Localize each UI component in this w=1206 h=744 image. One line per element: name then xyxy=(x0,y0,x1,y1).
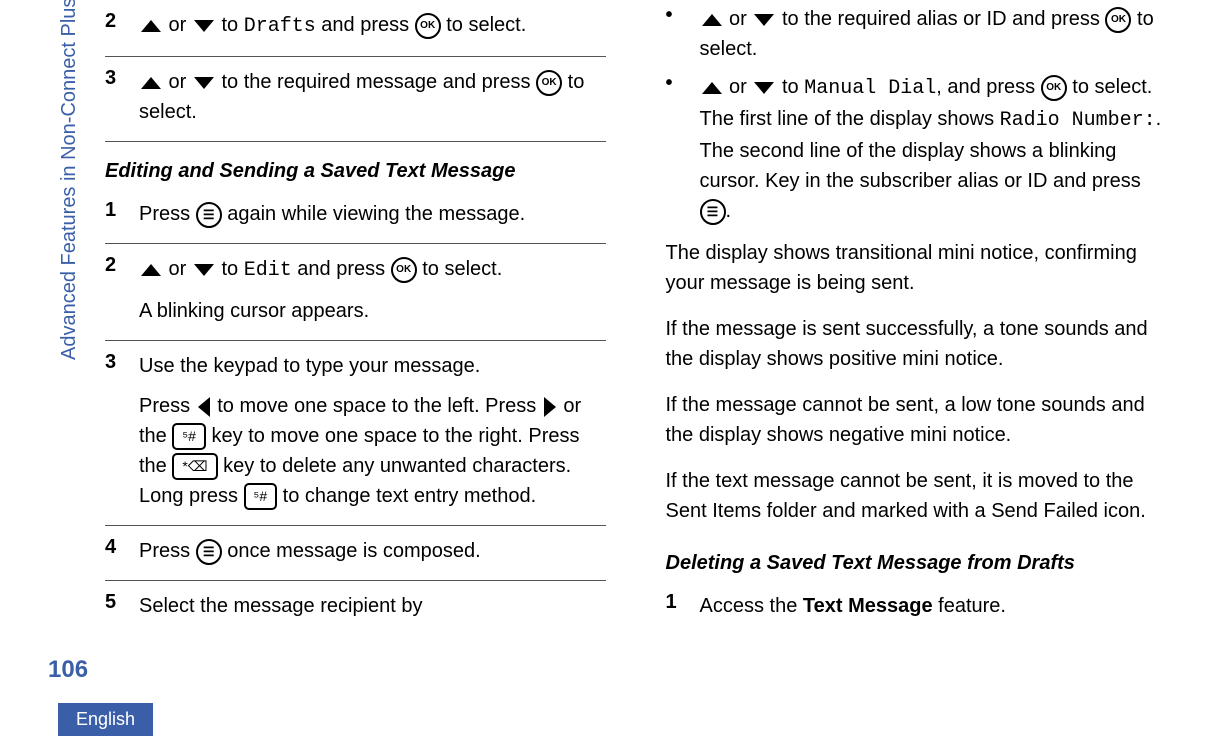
text: Access the xyxy=(700,595,803,617)
content-columns: 2 or to Drafts and press to select. 3 or… xyxy=(105,0,1166,694)
language-indicator: English xyxy=(58,703,153,736)
step-body: or to Drafts and press to select. xyxy=(139,10,606,42)
page-number: 106 xyxy=(48,656,88,684)
text: Select the message recipient by xyxy=(139,591,606,621)
ok-button-icon xyxy=(391,257,417,283)
step-item: 1 Press again while viewing the message. xyxy=(105,189,606,244)
step-body: Press once message is composed. xyxy=(139,536,606,566)
bold-text: Text Message xyxy=(803,595,933,617)
step-item: 3 Use the keypad to type your message. P… xyxy=(105,341,606,526)
step-body: Select the message recipient by xyxy=(139,591,606,621)
paragraph: If the message cannot be sent, a low ton… xyxy=(666,382,1167,458)
right-column: • or to the required alias or ID and pre… xyxy=(666,0,1167,694)
bullet-dot: • xyxy=(666,4,682,64)
text: to the required message and press xyxy=(216,71,536,93)
step-number: 3 xyxy=(105,351,121,511)
text: Press xyxy=(139,203,196,225)
menu-name-drafts: Drafts xyxy=(244,15,316,38)
text: Press xyxy=(139,395,196,417)
bullet-body: or to Manual Dial, and press to select. … xyxy=(700,72,1167,226)
section-heading: Editing and Sending a Saved Text Message xyxy=(105,142,606,189)
text: to xyxy=(776,76,804,98)
up-arrow-icon xyxy=(141,77,161,89)
step-body: Access the Text Message feature. xyxy=(700,591,1167,621)
text: once message is composed. xyxy=(222,540,481,562)
menu-button-icon xyxy=(700,199,726,225)
text: Use the keypad to type your message. xyxy=(139,351,606,381)
step-number: 1 xyxy=(666,591,682,621)
right-arrow-icon xyxy=(544,397,556,417)
text: or xyxy=(163,258,192,280)
text: or xyxy=(163,14,192,36)
sidebar-section-label: Advanced Features in Non-Connect Plus Mo… xyxy=(58,0,81,360)
text: Press xyxy=(139,540,196,562)
text: to move one space to the left. Press xyxy=(212,395,542,417)
up-arrow-icon xyxy=(141,20,161,32)
step-item: 1 Access the Text Message feature. xyxy=(666,581,1167,635)
step-item: 4 Press once message is composed. xyxy=(105,526,606,581)
step-item: 5 Select the message recipient by xyxy=(105,581,606,635)
bullet-body: or to the required alias or ID and press… xyxy=(700,4,1167,64)
text: and press xyxy=(316,14,415,36)
menu-button-icon xyxy=(196,202,222,228)
step-item: 3 or to the required message and press t… xyxy=(105,57,606,142)
up-arrow-icon xyxy=(141,264,161,276)
section-heading: Deleting a Saved Text Message from Draft… xyxy=(666,534,1167,581)
step-number: 1 xyxy=(105,199,121,229)
down-arrow-icon xyxy=(194,77,214,89)
text: . xyxy=(726,200,732,222)
step-body: or to the required message and press to … xyxy=(139,67,606,127)
step-body: Use the keypad to type your message. Pre… xyxy=(139,351,606,511)
down-arrow-icon xyxy=(194,264,214,276)
text: and press xyxy=(292,258,391,280)
paragraph: If the text message cannot be sent, it i… xyxy=(666,458,1167,534)
ok-button-icon xyxy=(536,70,562,96)
text: again while viewing the message. xyxy=(222,203,526,225)
text: to xyxy=(216,14,244,36)
up-arrow-icon xyxy=(702,82,722,94)
left-column: 2 or to Drafts and press to select. 3 or… xyxy=(105,0,606,694)
bullet-item: • or to Manual Dial, and press to select… xyxy=(666,68,1167,230)
text: or xyxy=(724,76,753,98)
text: or xyxy=(163,71,192,93)
up-arrow-icon xyxy=(702,14,722,26)
ok-button-icon xyxy=(1041,75,1067,101)
step-number: 5 xyxy=(105,591,121,621)
text: to select. xyxy=(417,258,503,280)
text: to xyxy=(216,258,244,280)
menu-button-icon xyxy=(196,539,222,565)
text: A blinking cursor appears. xyxy=(139,296,606,326)
down-arrow-icon xyxy=(754,14,774,26)
step-item: 2 or to Drafts and press to select. xyxy=(105,0,606,57)
display-text-radio-number: Radio Number: xyxy=(1000,109,1156,132)
left-arrow-icon xyxy=(198,397,210,417)
down-arrow-icon xyxy=(194,20,214,32)
down-arrow-icon xyxy=(754,82,774,94)
step-number: 2 xyxy=(105,254,121,326)
step-body: Press again while viewing the message. xyxy=(139,199,606,229)
step-number: 4 xyxy=(105,536,121,566)
text: to the required alias or ID and press xyxy=(776,8,1105,30)
hash-key-icon: ⁵# xyxy=(172,423,206,450)
step-number: 3 xyxy=(105,67,121,127)
ok-button-icon xyxy=(1105,7,1131,33)
menu-name-manual-dial: Manual Dial xyxy=(804,77,936,100)
ok-button-icon xyxy=(415,13,441,39)
text: to select. xyxy=(441,14,527,36)
bullet-dot: • xyxy=(666,72,682,226)
step-item: 2 or to Edit and press to select. A blin… xyxy=(105,244,606,341)
text: , and press xyxy=(936,76,1041,98)
bullet-item: • or to the required alias or ID and pre… xyxy=(666,0,1167,68)
paragraph: If the message is sent successfully, a t… xyxy=(666,306,1167,382)
menu-name-edit: Edit xyxy=(244,259,292,282)
paragraph: The display shows transitional mini noti… xyxy=(666,230,1167,306)
text: to change text entry method. xyxy=(277,485,536,507)
text: feature. xyxy=(933,595,1006,617)
star-delete-key-icon: *⌫ xyxy=(172,453,217,480)
text: or xyxy=(724,8,753,30)
step-body: or to Edit and press to select. A blinki… xyxy=(139,254,606,326)
step-number: 2 xyxy=(105,10,121,42)
hash-key-icon: ⁵# xyxy=(244,483,278,510)
